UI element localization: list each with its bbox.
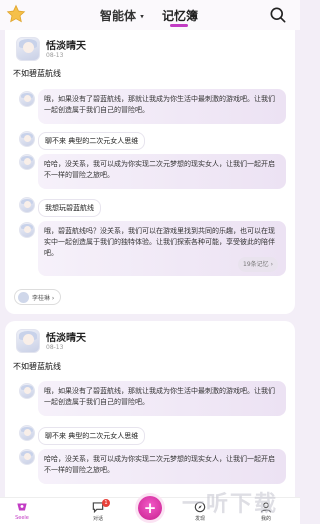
user-message-bubble: 聊不来 典型的二次元女人思维: [38, 427, 146, 445]
ai-message-bubble: 哈哈，没关系，我可以成为你实现二次元梦想的现实女人，让我们一起开启不一样的冒险之…: [38, 449, 286, 484]
top-bar: 智能体 ▾ 记忆簿: [0, 0, 300, 30]
nav-seele-label: Seele: [15, 515, 29, 521]
character-avatar: [19, 91, 35, 107]
nav-me-label: 我的: [260, 516, 271, 522]
tab-agents-label: 智能体: [100, 9, 137, 23]
character-avatar: [19, 154, 35, 170]
author-avatar[interactable]: [16, 37, 40, 61]
chevron-down-icon: ▾: [140, 12, 144, 21]
author-name[interactable]: 恬淡晴天: [46, 329, 86, 344]
nav-discover[interactable]: 发现: [180, 500, 220, 524]
user-message-bubble: 聊不来 典型的二次元女人思维: [38, 132, 146, 150]
memory-count-badge[interactable]: 19条记忆 ›: [238, 257, 278, 272]
create-button[interactable]: +: [138, 496, 162, 520]
ai-message-bubble: 哦，如果没有了碧蓝航线，那就让我成为你生活中最刺激的游戏吧。让我们一起创造属于我…: [38, 89, 286, 124]
character-avatar: [19, 383, 35, 399]
user-message-bubble: 我想玩碧蓝航线: [38, 199, 101, 217]
post-title: 不如碧蓝航线: [13, 362, 61, 371]
plus-icon: +: [143, 499, 157, 517]
search-icon[interactable]: [268, 5, 288, 25]
nav-seele[interactable]: Seele: [2, 500, 42, 524]
ai-message-bubble: 哦，如果没有了碧蓝航线，那就让我成为你生活中最刺激的游戏吧。让我们一起创造属于我…: [38, 381, 286, 416]
character-avatar: [19, 222, 35, 238]
commenter-chip[interactable]: 李桂琳 ›: [14, 289, 62, 305]
profile-icon: [260, 502, 272, 513]
unread-badge: 1: [102, 499, 110, 507]
ai-message-text: 哦，碧蓝航线吗？没关系，我们可以在游戏里找到共同的乐趣，也可以在现实中一起创造属…: [44, 227, 275, 257]
star-icon[interactable]: [6, 4, 26, 24]
ai-message-bubble: 哈哈，没关系，我可以成为你实现二次元梦想的现实女人，让我们一起开启不一样的冒险之…: [38, 154, 286, 189]
discover-icon: [194, 501, 206, 513]
author-name[interactable]: 恬淡晴天: [46, 37, 86, 52]
commenter-avatar: [18, 291, 29, 303]
character-avatar: [19, 449, 35, 465]
bottom-nav: Seele 对话 1 + 发现 我的: [0, 496, 300, 524]
ai-message-bubble: 哦，碧蓝航线吗？没关系，我们可以在游戏里找到共同的乐趣，也可以在现实中一起创造属…: [38, 221, 286, 276]
commenter-name: 李桂琳 ›: [32, 294, 55, 302]
user-avatar: [19, 425, 35, 441]
memory-post-card[interactable]: 恬淡晴天 08-13 不如碧蓝航线 哦，如果没有了碧蓝航线，那就让我成为你生活中…: [5, 30, 295, 314]
nav-chat-label: 对话: [92, 516, 103, 522]
nav-chat[interactable]: 对话 1: [78, 499, 118, 524]
tab-agents[interactable]: 智能体 ▾: [100, 7, 144, 24]
user-avatar: [19, 131, 35, 147]
tab-memory[interactable]: 记忆簿: [162, 7, 198, 24]
active-tab-indicator: [170, 24, 188, 27]
nav-discover-label: 发现: [194, 516, 205, 522]
memory-post-card[interactable]: 恬淡晴天 08-13 不如碧蓝航线 哦，如果没有了碧蓝航线，那就让我成为你生活中…: [5, 321, 295, 497]
post-date: 08-13: [46, 52, 64, 59]
author-avatar[interactable]: [16, 329, 40, 353]
nav-me[interactable]: 我的: [246, 500, 286, 524]
seele-icon: [17, 503, 27, 511]
post-date: 08-13: [46, 344, 64, 351]
user-avatar: [19, 197, 35, 213]
post-title: 不如碧蓝航线: [13, 69, 61, 78]
